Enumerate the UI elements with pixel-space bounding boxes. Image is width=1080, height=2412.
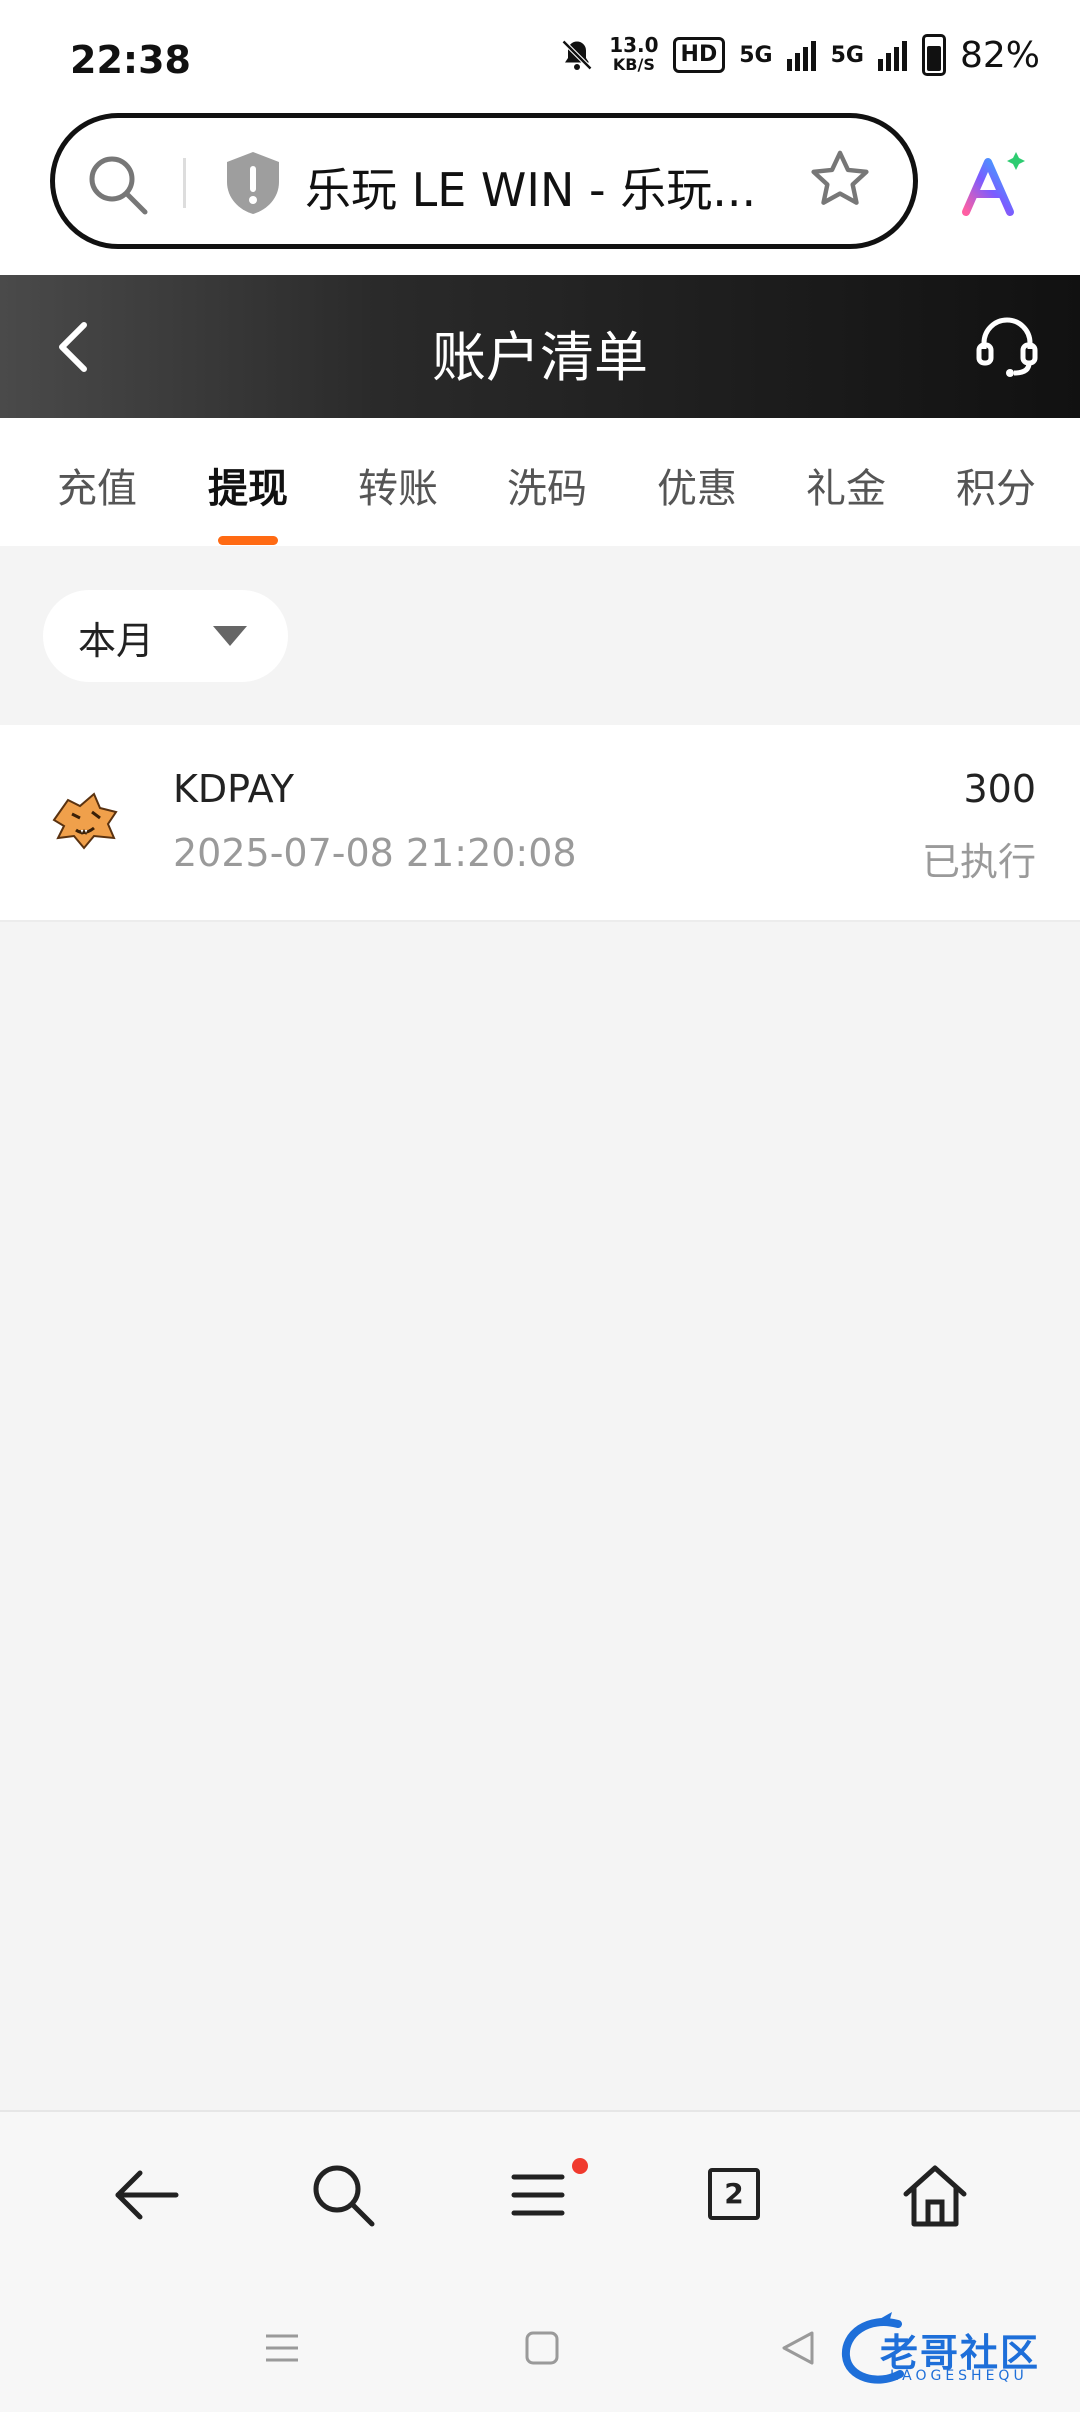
browser-bar: 乐玩 LE WIN - 乐玩... xyxy=(0,110,1080,275)
tab-rebate[interactable]: 洗码 xyxy=(507,456,587,514)
speed-unit: KB/S xyxy=(612,55,655,74)
period-filter-dropdown[interactable]: 本月 xyxy=(43,590,288,682)
bookmark-star-icon[interactable] xyxy=(807,146,873,212)
status-bar: 22:38 13.0 KB/S HD 5G 5G 82% xyxy=(0,0,1080,110)
category-tabs: 充值 提现 转账 洗码 优惠 礼金 积分 xyxy=(0,418,1080,546)
network-speed: 13.0 KB/S xyxy=(609,35,658,75)
list-item[interactable]: KDPAY 2025-07-08 21:20:08 300 已执行 xyxy=(0,725,1080,922)
page-header: 账户清单 xyxy=(0,275,1080,418)
search-icon[interactable] xyxy=(85,152,151,218)
status-time: 22:38 xyxy=(70,38,191,82)
page-title: 账户清单 xyxy=(432,326,648,389)
tab-recharge[interactable]: 充值 xyxy=(57,456,137,514)
tab-withdraw[interactable]: 提现 xyxy=(208,456,288,514)
home-square-icon[interactable] xyxy=(522,2328,562,2368)
back-arrow-icon[interactable] xyxy=(112,2160,182,2230)
record-channel: KDPAY xyxy=(173,767,294,811)
tab-gift[interactable]: 礼金 xyxy=(806,456,886,514)
signal-bars-icon xyxy=(786,41,816,71)
period-filter-label: 本月 xyxy=(78,619,155,663)
record-time: 2025-07-08 21:20:08 xyxy=(173,831,577,875)
address-bar[interactable]: 乐玩 LE WIN - 乐玩... xyxy=(50,113,918,249)
tiger-logo-icon xyxy=(52,792,118,850)
shield-warning-icon[interactable] xyxy=(223,150,283,216)
battery-percent: 82% xyxy=(959,34,1040,76)
signal-2-label: 5G xyxy=(830,42,864,68)
browser-toolbar: 2 xyxy=(0,2110,1080,2282)
active-tab-indicator xyxy=(218,536,278,545)
system-nav-bar: 老哥社区 LAOGESHEQU xyxy=(0,2280,1080,2412)
status-icons: 13.0 KB/S HD 5G 5G 82% xyxy=(559,34,1040,76)
home-icon[interactable] xyxy=(900,2160,970,2230)
battery-icon xyxy=(921,34,946,76)
url-divider xyxy=(183,158,186,208)
speed-value: 13.0 xyxy=(609,33,659,57)
notification-dot xyxy=(572,2158,588,2174)
customer-service-icon[interactable] xyxy=(974,313,1040,379)
tab-transfer[interactable]: 转账 xyxy=(358,456,438,514)
tab-points[interactable]: 积分 xyxy=(956,456,1036,514)
recent-apps-icon[interactable] xyxy=(262,2328,302,2368)
back-triangle-icon[interactable] xyxy=(778,2328,818,2368)
menu-icon[interactable] xyxy=(508,2160,568,2230)
dropdown-caret-icon xyxy=(213,626,247,646)
signal-bars-icon xyxy=(877,41,907,71)
hd-badge: HD xyxy=(672,37,726,73)
search-icon[interactable] xyxy=(308,2160,378,2230)
mute-bell-icon xyxy=(562,39,593,71)
tabs-count-button[interactable]: 2 xyxy=(708,2168,760,2220)
tab-promotion[interactable]: 优惠 xyxy=(657,456,737,514)
url-title[interactable]: 乐玩 LE WIN - 乐玩... xyxy=(305,154,756,220)
record-amount: 300 xyxy=(963,767,1036,811)
record-status: 已执行 xyxy=(921,840,1036,884)
watermark-subtext: LAOGESHEQU xyxy=(890,2368,1028,2384)
signal-1-label: 5G xyxy=(739,42,773,68)
ai-assistant-icon[interactable] xyxy=(958,150,1028,220)
